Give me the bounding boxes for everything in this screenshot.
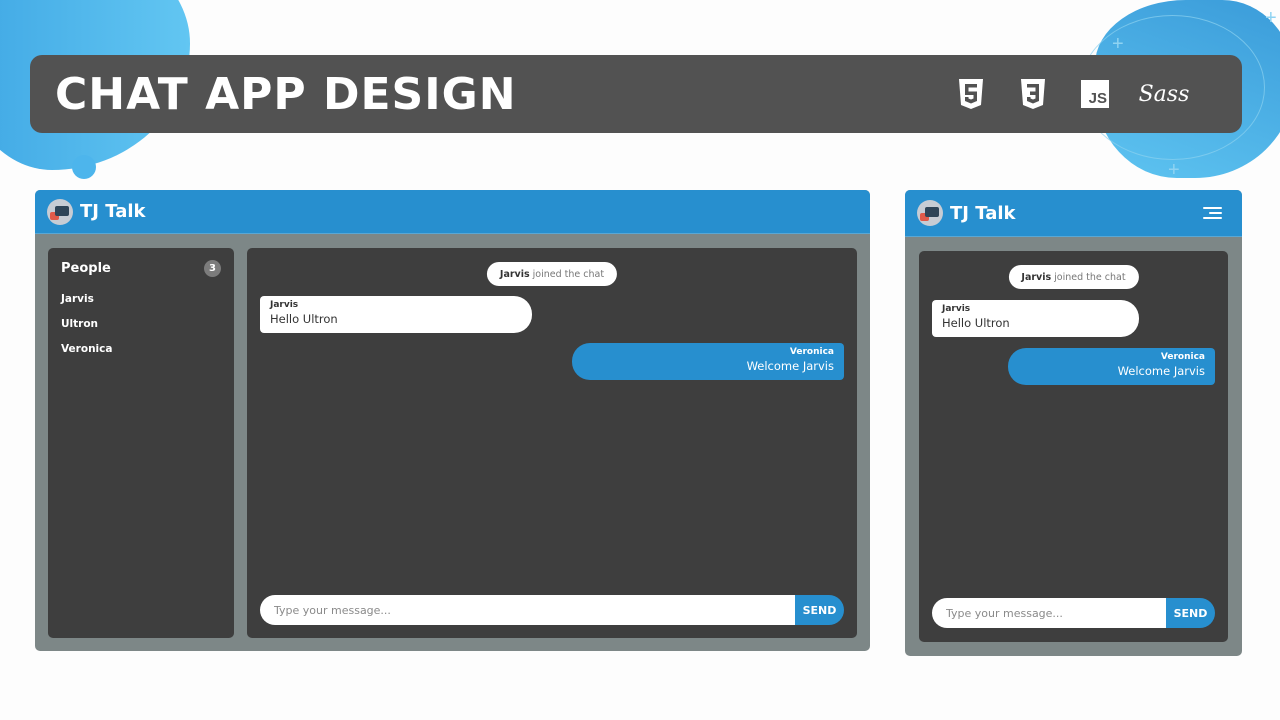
join-notice: Jarvis joined the chat [1008,265,1139,289]
page-title: CHAT APP DESIGN [55,68,517,120]
send-button[interactable]: SEND [1166,598,1215,628]
notice-text: joined the chat [1054,271,1126,283]
person-item[interactable]: Jarvis [61,287,221,312]
message-composer: SEND [260,595,844,625]
notice-name: Jarvis [1021,271,1052,283]
chat-logo-icon [917,200,943,226]
javascript-icon: JS [1080,79,1110,109]
mobile-chat-app: TJ Talk Jarvis joined the chat Jarvis He… [905,190,1242,656]
notice-name: Jarvis [499,268,530,280]
message-composer: SEND [932,598,1215,628]
join-notice: Jarvis joined the chat [486,262,618,286]
app-title: TJ Talk [950,202,1016,224]
menu-icon[interactable] [1203,206,1222,220]
message-outgoing: Veronica Welcome Jarvis [572,343,844,380]
chat-logo-icon [47,198,73,225]
chat-panel: Jarvis joined the chat Jarvis Hello Ultr… [247,248,857,638]
message-sender: Jarvis [942,304,971,314]
notice-text: joined the chat [532,268,605,280]
decorative-plus-icon: + [1112,33,1124,55]
people-sidebar: People 3 Jarvis Ultron Veronica [48,248,234,638]
message-text: Welcome Jarvis [1117,364,1205,378]
message-sender: Veronica [1160,352,1205,362]
message-text: Welcome Jarvis [746,359,834,373]
message-incoming: Jarvis Hello Ultron [260,296,532,333]
message-input[interactable] [260,595,795,625]
send-button[interactable]: SEND [795,595,844,625]
message-text: Hello Ultron [270,312,338,326]
person-item[interactable]: Veronica [61,337,221,362]
tech-icons: JS Sass [956,55,1190,133]
decorative-dot [72,155,96,179]
person-item[interactable]: Ultron [61,312,221,337]
html5-icon [956,79,986,109]
desktop-chat-app: TJ Talk People 3 Jarvis Ultron Veronica … [35,190,870,651]
message-text: Hello Ultron [942,316,1010,330]
app-header: TJ Talk [905,190,1242,237]
chat-panel: Jarvis joined the chat Jarvis Hello Ultr… [919,251,1228,642]
css3-icon [1018,79,1048,109]
message-incoming: Jarvis Hello Ultron [932,300,1139,337]
message-sender: Jarvis [270,300,299,310]
people-count-badge: 3 [204,260,221,277]
sass-icon: Sass [1138,81,1190,107]
people-heading: People [61,261,111,276]
decorative-plus-icon: + [1265,7,1277,29]
brand[interactable]: TJ Talk [917,200,1016,226]
title-banner: CHAT APP DESIGN JS Sass [30,55,1242,133]
app-title: TJ Talk [80,201,146,222]
message-outgoing: Veronica Welcome Jarvis [1008,348,1215,385]
decorative-plus-icon: + [1168,159,1180,181]
app-header: TJ Talk [35,190,870,234]
message-input[interactable] [932,598,1166,628]
brand[interactable]: TJ Talk [47,198,146,225]
message-sender: Veronica [789,347,834,357]
